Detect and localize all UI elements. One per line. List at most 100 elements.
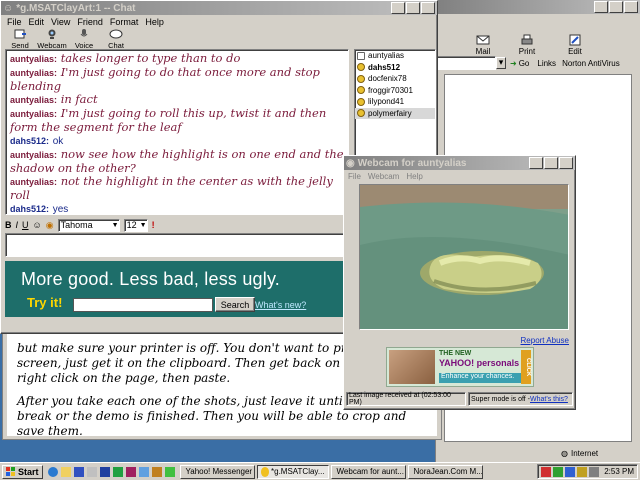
menu-friend[interactable]: Friend	[77, 17, 103, 27]
webcam-icon: ◉	[346, 157, 355, 169]
user-list-item[interactable]: polymerfairy	[355, 107, 435, 119]
menu-file[interactable]: File	[348, 172, 361, 181]
quick-launch	[45, 466, 178, 477]
start-button[interactable]: Start	[2, 464, 43, 479]
user-list-item[interactable]: dahs512	[355, 62, 435, 74]
windows-logo-icon	[6, 466, 15, 476]
ie-quicklaunch-icon[interactable]	[47, 466, 58, 477]
message-text: ok	[52, 136, 64, 147]
tray-icon[interactable]	[553, 466, 564, 477]
user-status-icon	[357, 63, 365, 72]
menu-format[interactable]: Format	[110, 17, 139, 27]
menu-help[interactable]: Help	[145, 17, 164, 27]
ad-search-input[interactable]	[73, 298, 213, 312]
outlook-quicklaunch-icon[interactable]	[60, 466, 71, 477]
chat-message: dahs512: yes	[10, 202, 344, 214]
menu-edit[interactable]: Edit	[29, 17, 45, 27]
alert-icon[interactable]: !	[152, 220, 155, 230]
address-dropdown-button[interactable]: ▾	[496, 57, 506, 69]
menu-file[interactable]: File	[7, 17, 22, 27]
close-button[interactable]: ×	[421, 2, 435, 14]
tray-icon[interactable]	[565, 466, 576, 477]
user-name: polymerfairy	[368, 108, 412, 118]
app-quicklaunch-icon[interactable]	[125, 466, 136, 477]
word-quicklaunch-icon[interactable]	[99, 466, 110, 477]
send-file-icon	[14, 29, 26, 39]
maximize-button[interactable]: □	[609, 1, 623, 13]
desktop-quicklaunch-icon[interactable]	[73, 466, 84, 477]
printer-icon	[521, 34, 533, 45]
mail-icon	[476, 35, 490, 45]
underline-button[interactable]: U	[22, 220, 29, 230]
user-name: auntyalias	[368, 51, 405, 61]
color-icon[interactable]: ◉	[46, 220, 54, 231]
clock[interactable]: 2:53 PM	[604, 467, 634, 476]
close-button[interactable]: ×	[559, 157, 573, 169]
mail-button[interactable]: Mail	[466, 34, 500, 56]
message-author: auntyalias:	[10, 109, 58, 119]
maximize-button[interactable]: □	[544, 157, 558, 169]
menu-help[interactable]: Help	[406, 172, 422, 181]
chat-message: auntyalias: in fact	[10, 93, 344, 107]
ad-whats-new-link[interactable]: What's new?	[255, 300, 306, 310]
excel-quicklaunch-icon[interactable]	[112, 466, 123, 477]
speaker-icon[interactable]	[589, 466, 600, 477]
maximize-button[interactable]: □	[406, 2, 420, 14]
messenger-icon	[260, 466, 270, 477]
media-quicklaunch-icon[interactable]	[86, 466, 97, 477]
address-field[interactable]	[436, 56, 496, 70]
italic-button[interactable]: I	[16, 220, 19, 230]
menu-view[interactable]: View	[51, 17, 70, 27]
report-abuse-link[interactable]: Report Abuse	[521, 336, 569, 345]
close-button[interactable]: ×	[624, 1, 638, 13]
ad-search-button[interactable]: Search	[215, 297, 255, 312]
ad-couple-image	[389, 350, 435, 384]
minimize-button[interactable]: _	[391, 2, 405, 14]
task-chat[interactable]: *g.MSATClay...	[256, 464, 329, 479]
minimize-button[interactable]: _	[594, 1, 608, 13]
emoticon-icon[interactable]: ☺	[33, 220, 42, 230]
menu-webcam[interactable]: Webcam	[368, 172, 399, 181]
user-list-item[interactable]: docfenix78	[355, 73, 435, 85]
task-webcam[interactable]: Webcam for aunt...	[330, 464, 406, 479]
app-quicklaunch-icon[interactable]	[164, 466, 175, 477]
message-text: now see how the highlight is on one end …	[10, 147, 344, 175]
bold-button[interactable]: B	[5, 220, 12, 230]
task-label: NoraJean.Com M...	[413, 467, 483, 476]
tray-icon[interactable]	[577, 466, 588, 477]
go-button[interactable]: ➜ Go	[510, 59, 529, 68]
chat-messages[interactable]: auntyalias: takes longer to type than to…	[5, 49, 349, 215]
user-list-item[interactable]: lilypond41	[355, 96, 435, 108]
edit-button[interactable]: Edit	[558, 34, 592, 56]
print-button[interactable]: Print	[510, 34, 544, 56]
minimize-button[interactable]: _	[529, 157, 543, 169]
yahoo-personals-ad[interactable]: THE NEW YAHOO! personals Enhance your ch…	[386, 347, 534, 387]
tray-icon[interactable]	[541, 466, 552, 477]
message-author: auntyalias:	[10, 177, 58, 187]
chat-titlebar: ☺ *g.MSATClayArt:1 -- Chat _ □ ×	[1, 1, 437, 15]
chat-message: auntyalias: I'm just going to roll this …	[10, 107, 344, 134]
task-yahoo-messenger[interactable]: Yahoo! Messenger	[179, 464, 255, 479]
task-browser[interactable]: NoraJean.Com M...	[407, 464, 483, 479]
chat-bubble-icon	[109, 29, 123, 39]
user-list-item[interactable]: auntyalias	[355, 50, 435, 62]
whats-this-link[interactable]: What's this?	[530, 396, 568, 403]
font-size-value: 12	[126, 220, 137, 230]
app-quicklaunch-icon[interactable]	[151, 466, 162, 477]
font-size-select[interactable]: 12 ▼	[123, 218, 148, 232]
chevron-down-icon: ▼	[111, 221, 119, 229]
chat-message: auntyalias: I'm just going to do that on…	[10, 66, 344, 93]
webcam-window: ◉ Webcam for auntyalias _ □ × File Webca…	[343, 155, 576, 410]
ad-line2: Enhance your chances.	[439, 373, 521, 383]
webcam-titlebar: ◉ Webcam for auntyalias _ □ ×	[344, 156, 575, 170]
user-status-icon	[357, 74, 365, 83]
user-list-item[interactable]: froggir70301	[355, 85, 435, 97]
font-select[interactable]: Tahoma ▼	[57, 218, 120, 232]
user-status-icon	[357, 109, 365, 118]
chat-message: auntyalias: now see how the highlight is…	[10, 148, 344, 175]
ad-line1: THE NEW	[439, 350, 472, 357]
norton-antivirus-button[interactable]: Norton AntiVirus	[562, 59, 620, 68]
app-quicklaunch-icon[interactable]	[138, 466, 149, 477]
message-author: auntyalias:	[10, 68, 58, 78]
links-button[interactable]: Links	[537, 59, 556, 68]
